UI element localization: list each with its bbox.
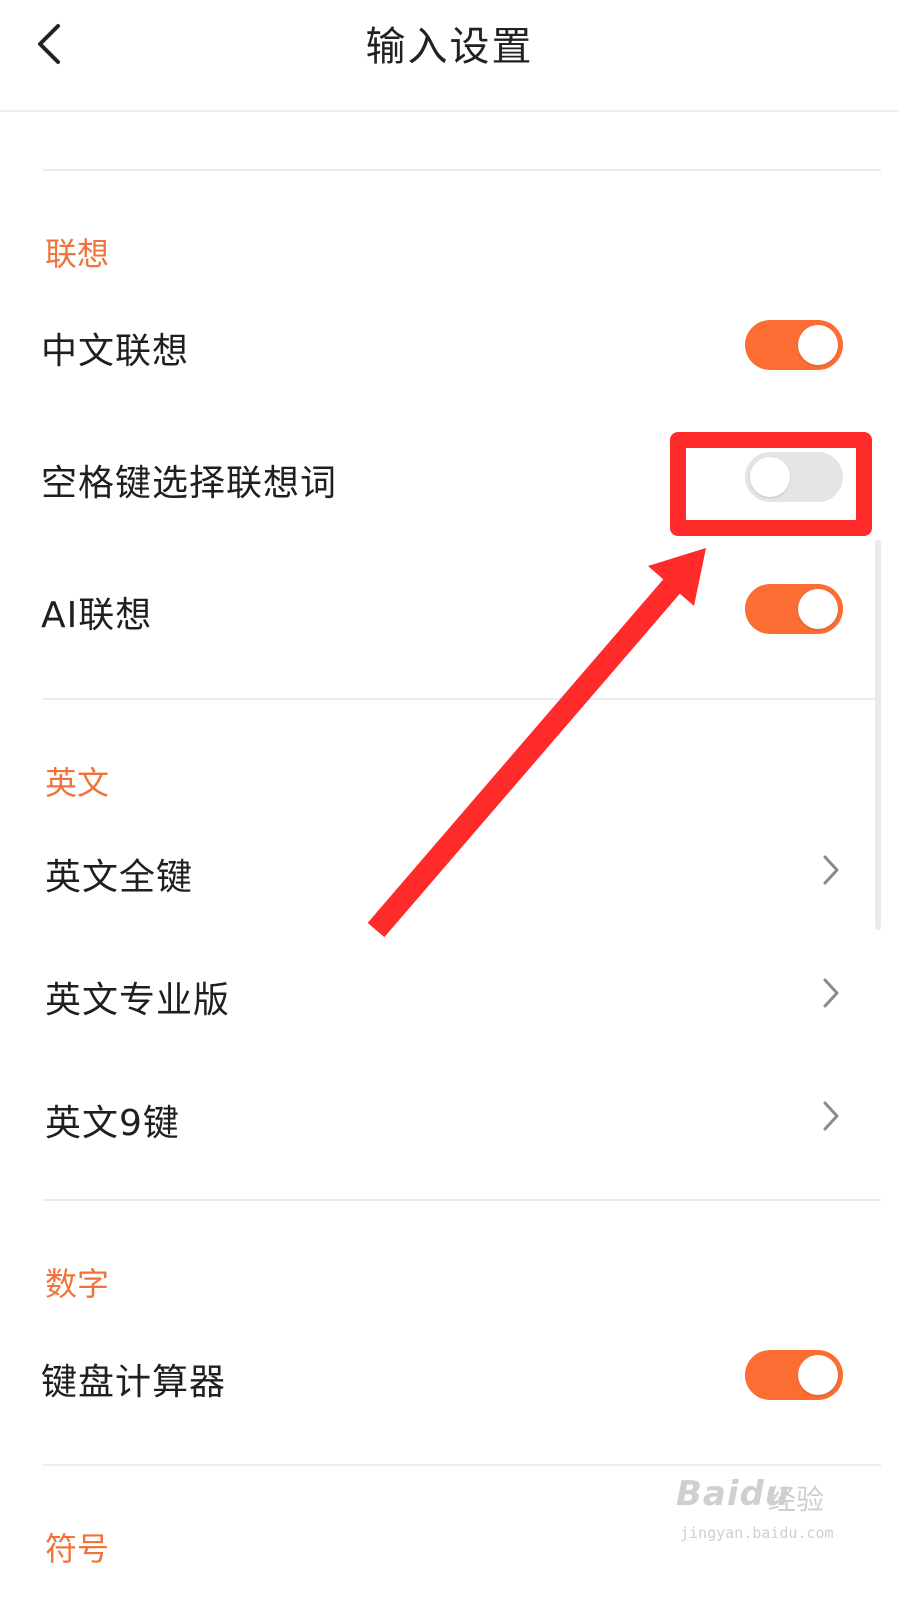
space-select-association-toggle[interactable] — [745, 452, 843, 502]
divider — [43, 1464, 881, 1466]
watermark-name: 经验 — [768, 1483, 825, 1516]
setting-label-english-pro[interactable]: 英文专业版 — [45, 971, 230, 1023]
section-title-number: 数字 — [45, 1265, 110, 1303]
section-title-association: 联想 — [45, 235, 110, 273]
watermark-url: jingyan.baidu.com — [680, 1524, 834, 1542]
baidu-jingyan-watermark: Baidu 经验 jingyan.baidu.com — [676, 1474, 846, 1554]
setting-label-english-9key[interactable]: 英文9键 — [45, 1094, 180, 1146]
keyboard-calculator-toggle[interactable] — [745, 1350, 843, 1400]
section-title-symbol: 符号 — [45, 1530, 110, 1568]
chevron-right-icon[interactable] — [816, 852, 844, 888]
ai-association-toggle[interactable] — [745, 584, 843, 634]
chevron-right-icon[interactable] — [816, 1098, 844, 1134]
toggle-knob — [798, 589, 838, 629]
divider — [43, 698, 881, 700]
setting-label-english-full-keyboard[interactable]: 英文全键 — [45, 848, 193, 900]
page-title: 输入设置 — [365, 24, 534, 70]
chinese-association-toggle[interactable] — [745, 320, 843, 370]
setting-label-ai-association: AI联想 — [41, 595, 153, 636]
divider — [43, 169, 881, 171]
setting-label-chinese-association: 中文联想 — [41, 331, 190, 372]
setting-label-space-select-association: 空格键选择联想词 — [41, 463, 338, 504]
scrollbar[interactable] — [875, 540, 881, 930]
chevron-right-icon[interactable] — [816, 975, 844, 1011]
setting-label-keyboard-calculator: 键盘计算器 — [41, 1362, 227, 1403]
section-title-english: 英文 — [45, 764, 110, 802]
toggle-knob — [798, 1355, 838, 1395]
toggle-knob — [750, 457, 790, 497]
divider — [43, 1199, 881, 1201]
top-bar: 输入设置 — [0, 0, 899, 112]
toggle-knob — [798, 325, 838, 365]
